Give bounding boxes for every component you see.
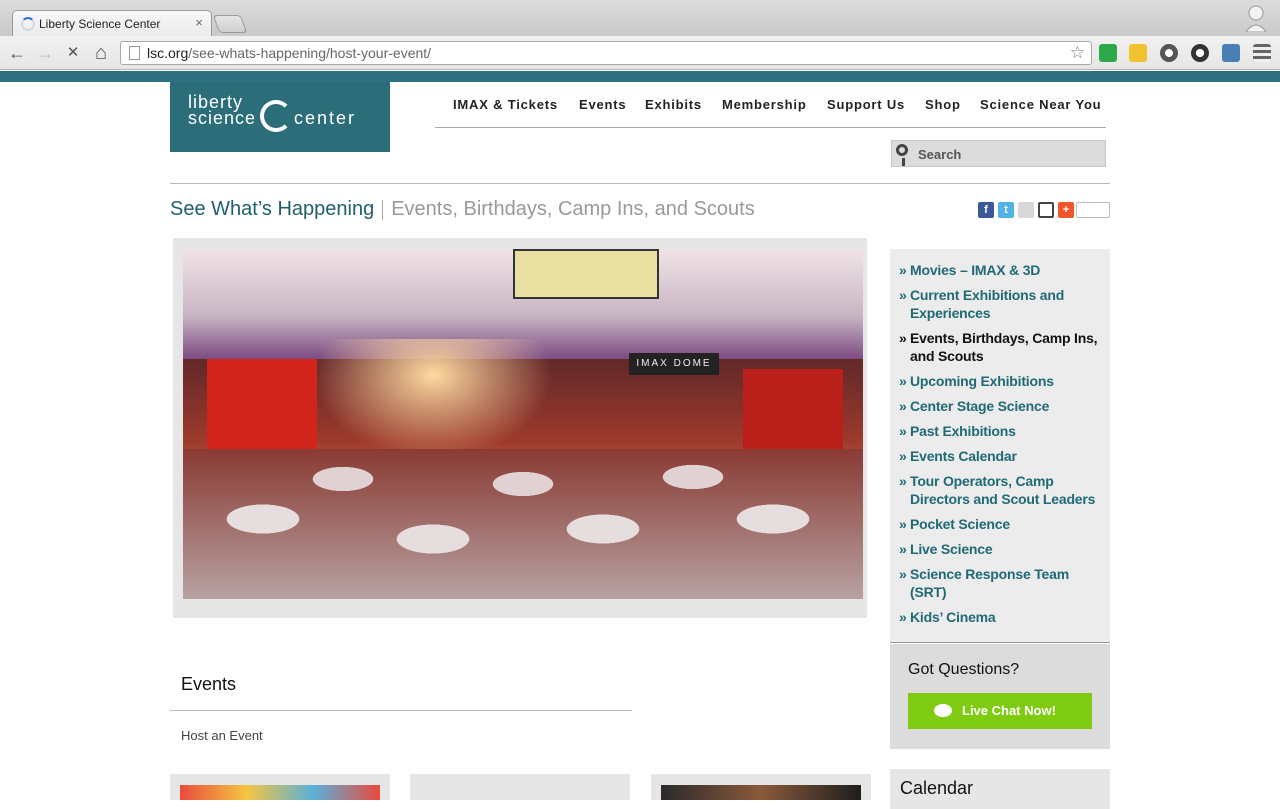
event-card-image — [661, 785, 861, 800]
tab-close-icon[interactable]: × — [195, 15, 203, 30]
nav-support-us[interactable]: Support Us — [827, 97, 905, 112]
calendar-title: Calendar — [900, 778, 974, 798]
sidebar-nav: » Movies – IMAX & 3D » Current Exhibitions… — [890, 249, 1110, 643]
search-placeholder: Search — [918, 147, 962, 162]
logo-word-center: center — [294, 108, 357, 128]
extension-folder-icon[interactable] — [1129, 44, 1147, 62]
tab-title: Liberty Science Center — [39, 17, 161, 31]
nav-imax-tickets[interactable]: IMAX & Tickets — [453, 97, 558, 112]
sidebar-item-movies[interactable]: » Movies – IMAX & 3D — [899, 261, 1105, 279]
new-tab-button[interactable] — [212, 15, 248, 33]
page-title: See What’s Happening Events, Birthdays, C… — [170, 198, 755, 221]
share-counter — [1076, 202, 1110, 218]
logo-swirl-icon — [260, 100, 292, 132]
sidebar-item-pocket-science[interactable]: » Pocket Science — [899, 515, 1105, 533]
twitter-icon[interactable]: t — [998, 202, 1014, 218]
extension-sync-icon[interactable] — [1099, 44, 1117, 62]
url-text: lsc.org/see-whats-happening/host-your-ev… — [147, 45, 432, 61]
event-card[interactable] — [651, 774, 871, 800]
sidebar-item-science-response-team[interactable]: » Science Response Team (SRT) — [899, 565, 1105, 601]
site-logo[interactable]: liberty science center — [170, 82, 390, 152]
chat-bubble-icon — [934, 704, 952, 717]
home-icon[interactable]: ⌂ — [90, 42, 112, 64]
events-divider — [170, 710, 632, 711]
stop-icon[interactable]: ✕ — [62, 42, 84, 64]
email-icon[interactable] — [1018, 202, 1034, 218]
nav-science-near-you[interactable]: Science Near You — [980, 97, 1101, 112]
address-bar[interactable]: lsc.org/see-whats-happening/host-your-ev… — [120, 41, 1092, 65]
browser-toolbar: ← → ✕ ⌂ lsc.org/see-whats-happening/host… — [0, 36, 1280, 70]
live-chat-label: Live Chat Now! — [962, 703, 1056, 718]
print-icon[interactable] — [1038, 202, 1054, 218]
extension-camera-icon[interactable] — [1222, 44, 1240, 62]
calendar-box: Calendar — [890, 769, 1110, 809]
sidebar-item-events-birthdays[interactable]: » Events, Birthdays, Camp Ins, and Scouts — [899, 329, 1105, 365]
nav-membership[interactable]: Membership — [722, 97, 807, 112]
sidebar-item-kids-cinema[interactable]: » Kids’ Cinema — [899, 608, 1105, 626]
nav-shop[interactable]: Shop — [925, 97, 961, 112]
section-title[interactable]: See What’s Happening — [170, 198, 374, 220]
sidebar-item-current-exhibitions[interactable]: » Current Exhibitions and Experiences — [899, 286, 1105, 322]
bookmark-star-icon[interactable]: ☆ — [1070, 42, 1085, 64]
photo-projection-screen — [513, 249, 659, 299]
search-icon — [896, 144, 908, 166]
forward-icon[interactable]: → — [34, 42, 56, 64]
addthis-icon[interactable]: + — [1058, 202, 1074, 218]
photo-imax-sign: IMAX DOME — [629, 353, 719, 375]
sidebar-item-past-exhibitions[interactable]: » Past Exhibitions — [899, 422, 1105, 440]
event-card[interactable] — [170, 774, 390, 800]
page-subtitle: Events, Birthdays, Camp Ins, and Scouts — [391, 198, 755, 220]
divider — [170, 183, 1110, 184]
sidebar-item-center-stage-science[interactable]: » Center Stage Science — [899, 397, 1105, 415]
photo-stage-light — [313, 339, 553, 459]
logo-word-science: science — [188, 108, 257, 128]
event-card-image — [180, 785, 380, 800]
sidebar-item-upcoming-exhibitions[interactable]: » Upcoming Exhibitions — [899, 372, 1105, 390]
questions-title: Got Questions? — [908, 661, 1020, 678]
event-hall-photo: IMAX DOME — [183, 249, 863, 599]
nav-exhibits[interactable]: Exhibits — [645, 97, 702, 112]
browser-tab[interactable]: Liberty Science Center × — [12, 10, 212, 37]
events-heading: Events — [181, 674, 237, 694]
extension-circle-icon[interactable] — [1191, 44, 1209, 62]
extension-gear-icon[interactable] — [1160, 44, 1178, 62]
event-card[interactable] — [410, 774, 630, 800]
facebook-icon[interactable]: f — [978, 202, 994, 218]
main-nav: IMAX & Tickets Events Exhibits Membershi… — [435, 96, 1106, 128]
photo-banquet-tables — [183, 449, 863, 599]
menu-wrench-icon[interactable] — [1253, 44, 1271, 62]
title-separator — [382, 199, 384, 220]
questions-box: Got Questions? Live Chat Now! — [890, 644, 1110, 749]
sidebar-item-tour-operators[interactable]: » Tour Operators, Camp Directors and Scou… — [899, 472, 1105, 508]
live-chat-button[interactable]: Live Chat Now! — [908, 693, 1092, 729]
loading-spinner-icon — [21, 17, 35, 31]
page-icon — [129, 46, 140, 60]
sidebar-item-events-calendar[interactable]: » Events Calendar — [899, 447, 1105, 465]
profile-icon[interactable] — [1244, 4, 1268, 32]
host-an-event-link[interactable]: Host an Event — [181, 728, 263, 743]
search-input[interactable]: Search — [891, 140, 1106, 167]
nav-events[interactable]: Events — [579, 97, 626, 112]
hero-frame: IMAX DOME — [173, 238, 867, 618]
sidebar-item-live-science[interactable]: » Live Science — [899, 540, 1105, 558]
back-icon[interactable]: ← — [6, 42, 28, 64]
site-top-strip — [0, 71, 1280, 82]
browser-tabstrip: Liberty Science Center × — [0, 0, 1280, 37]
